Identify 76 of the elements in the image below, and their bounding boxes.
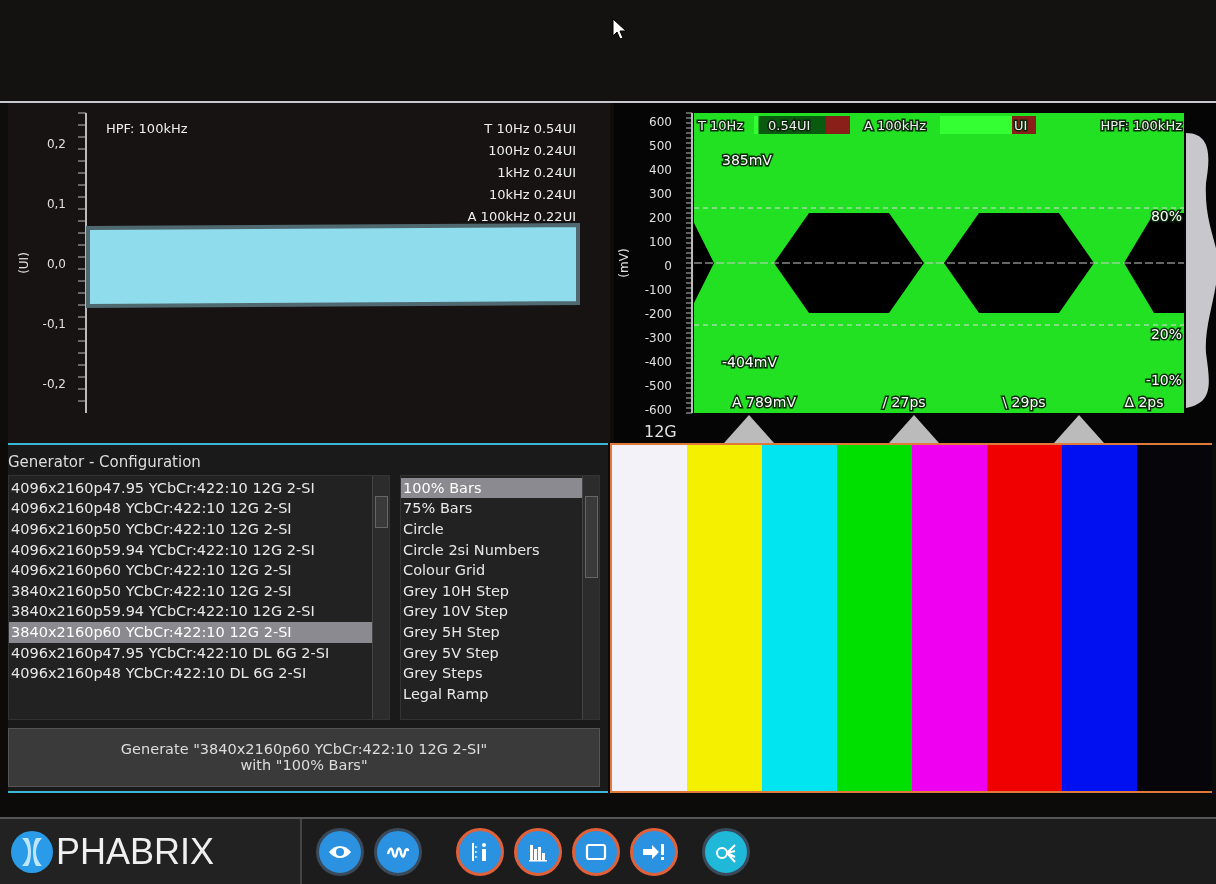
axis-label: (UI) xyxy=(17,252,31,274)
axis-tick-label: 100 xyxy=(649,234,672,249)
rate-label: 12G xyxy=(644,421,677,441)
format-item[interactable]: 4096x2160p48 YCbCr:422:10 12G 2-SI xyxy=(9,498,373,520)
nodes-button[interactable] xyxy=(702,827,750,876)
filter-label: HPF: 100kHz xyxy=(1100,117,1182,133)
arrow-alert-button[interactable] xyxy=(630,827,678,876)
brand-name: PHABRIX xyxy=(56,830,215,873)
wave-button[interactable] xyxy=(374,827,422,876)
generate-button[interactable]: Generate "3840x2160p60 YCbCr:422:10 12G 2-SI" with "100% Bars" xyxy=(8,727,600,787)
pattern-item[interactable]: Legal Ramp xyxy=(401,683,582,705)
axis-tick-label: 400 xyxy=(649,162,672,177)
format-item[interactable]: 3840x2160p50 YCbCr:422:10 12G 2-SI xyxy=(9,580,373,602)
pattern-item[interactable]: Grey 10H Step xyxy=(401,580,582,602)
info-list-button[interactable] xyxy=(456,827,504,876)
axis-tick-label: 0,0 xyxy=(46,256,66,271)
axis-tick-label: -400 xyxy=(644,354,672,369)
jitter-reading: 100Hz 0.24UI xyxy=(488,142,576,158)
filter-label: HPF: 100kHz xyxy=(106,120,188,136)
scrollbar[interactable] xyxy=(582,475,599,719)
pattern-item[interactable]: Grey 10V Step xyxy=(401,601,582,623)
scrollbar[interactable] xyxy=(372,475,390,719)
pattern-item[interactable]: Grey 5H Step xyxy=(401,622,582,643)
meter-label: A 100kHz xyxy=(864,117,926,133)
meter-value: UI xyxy=(1014,117,1028,133)
panel-title: Generator - Configuration xyxy=(8,452,202,471)
jitter-reading: 10kHz 0.24UI xyxy=(488,186,576,202)
eye-measurement: Δ 2ps xyxy=(1124,393,1164,410)
jitter-reading: T 10Hz 0.54UI xyxy=(484,120,576,136)
eye-button[interactable] xyxy=(316,827,364,876)
axis-tick-label: 0,1 xyxy=(46,196,66,211)
meter-label: T 10Hz xyxy=(698,117,744,133)
jitter-reading: A 100kHz 0.22UI xyxy=(467,208,576,224)
pattern-list[interactable]: 100% Bars 75% Bars Circle Circle 2si Numbers Colour Grid Grey 10H Step Grey 10V Step Grey 5H Step Grey 5V Step Grey Steps Legal Ramp xyxy=(400,474,600,720)
axis-tick-label: -0,1 xyxy=(42,316,66,331)
axis-tick-label: -500 xyxy=(644,378,672,393)
threshold-label: 80% xyxy=(1150,207,1182,224)
threshold-label: -10% xyxy=(1145,371,1182,388)
format-item[interactable]: 4096x2160p48 YCbCr:422:10 DL 6G 2-SI xyxy=(9,663,373,684)
axis-tick-label: -200 xyxy=(644,306,672,321)
eye-measurement: \ 29ps xyxy=(1002,393,1046,410)
voltage-marker: 385mV xyxy=(722,151,772,168)
eye-measurement: / 27ps xyxy=(882,393,926,410)
pattern-item[interactable]: Colour Grid xyxy=(401,560,582,581)
format-item[interactable]: 4096x2160p47.95 YCbCr:422:10 DL 6G 2-SI xyxy=(9,642,373,664)
eye-measurement: A 789mV xyxy=(732,393,796,410)
logo-icon xyxy=(10,829,54,874)
format-item[interactable]: 3840x2160p59.94 YCbCr:422:10 12G 2-SI xyxy=(9,601,373,623)
pattern-item[interactable]: Grey 5V Step xyxy=(401,642,582,664)
monitor-button[interactable] xyxy=(572,827,620,876)
axis-tick-label: 600 xyxy=(649,114,672,129)
pattern-item[interactable]: Grey Steps xyxy=(401,663,582,684)
threshold-label: 20% xyxy=(1150,325,1182,342)
voltage-marker: -404mV xyxy=(722,353,777,370)
jitter-reading: 1kHz 0.24UI xyxy=(497,164,576,180)
axis-tick-label: -0,2 xyxy=(42,376,66,391)
format-item[interactable]: 4096x2160p50 YCbCr:422:10 12G 2-SI xyxy=(9,519,373,540)
format-item[interactable]: 4096x2160p59.94 YCbCr:422:10 12G 2-SI xyxy=(9,539,373,561)
axis-tick-label: 200 xyxy=(649,210,672,225)
axis-tick-label: 0 xyxy=(664,258,672,273)
axis-tick-label: -300 xyxy=(644,330,672,345)
mouse-pointer-icon xyxy=(612,18,628,40)
format-item[interactable]: 4096x2160p47.95 YCbCr:422:10 12G 2-SI xyxy=(9,477,373,499)
axis-tick-label: 500 xyxy=(649,138,672,153)
bars-button[interactable] xyxy=(514,827,562,876)
format-item[interactable]: 4096x2160p60 YCbCr:422:10 12G 2-SI xyxy=(9,560,373,581)
axis-label: (mV) xyxy=(617,248,631,278)
axis-tick-label: -100 xyxy=(644,282,672,297)
format-list[interactable] xyxy=(8,474,391,720)
axis-tick-label: 300 xyxy=(649,186,672,201)
pattern-item[interactable]: Circle 2si Numbers xyxy=(401,539,582,561)
axis-tick-label: 0,2 xyxy=(46,136,66,151)
pattern-item[interactable]: Circle xyxy=(401,519,582,540)
pattern-item[interactable]: 75% Bars xyxy=(401,498,582,520)
meter-value: 0.54UI xyxy=(768,117,811,133)
axis-tick-label: -600 xyxy=(644,402,672,417)
